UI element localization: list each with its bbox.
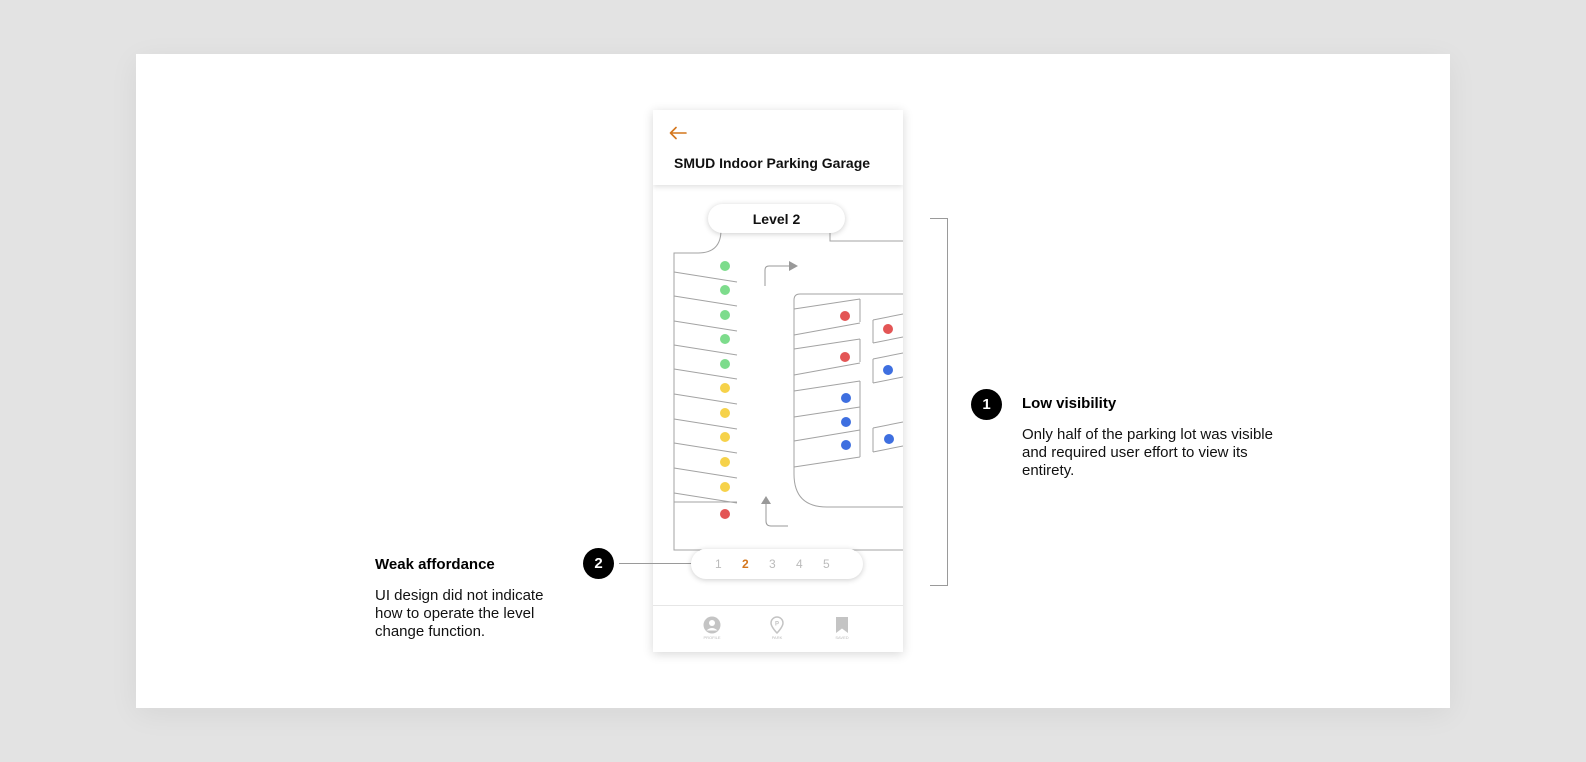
- phone-screen: SMUD Indoor Parking Garage Level 2 1 2 3…: [653, 110, 903, 652]
- spot-occupied: [883, 324, 893, 334]
- center-stall-dividers: [793, 298, 861, 468]
- spot-available: [720, 359, 730, 369]
- page-title: SMUD Indoor Parking Garage: [674, 155, 871, 171]
- left-parking-spots: [720, 261, 730, 519]
- level-selector[interactable]: 1 2 3 4 5: [691, 549, 863, 579]
- annotation-title-1: Low visibility: [1022, 395, 1117, 412]
- spot-accessible: [883, 365, 893, 375]
- tab-saved-label: SAVED: [835, 635, 849, 640]
- annotation-body-2: UI design did not indicate how to operat…: [375, 587, 544, 640]
- spot-reserved: [720, 383, 730, 393]
- spot-available: [720, 310, 730, 320]
- profile-icon: [703, 616, 721, 634]
- spot-reserved: [720, 457, 730, 467]
- center-parking-spots: [840, 311, 851, 450]
- annotation-badge-2: 2: [583, 548, 614, 579]
- map-pin-icon: P: [770, 616, 784, 634]
- direction-arrow-top: [764, 265, 789, 286]
- spot-available: [720, 285, 730, 295]
- level-option-4[interactable]: 4: [796, 557, 823, 571]
- spot-occupied: [720, 509, 730, 519]
- annotation-title-2: Weak affordance: [375, 556, 495, 573]
- app-header: SMUD Indoor Parking Garage: [653, 110, 903, 185]
- level-option-1[interactable]: 1: [715, 557, 742, 571]
- bottom-tab-bar: PROFILE P PARK SAVED: [653, 605, 903, 652]
- bookmark-icon: [836, 617, 848, 633]
- tab-saved[interactable]: SAVED: [822, 616, 862, 640]
- spot-occupied: [840, 311, 850, 321]
- level-option-2[interactable]: 2: [742, 557, 769, 571]
- tab-profile-label: PROFILE: [703, 635, 721, 640]
- spot-available: [720, 261, 730, 271]
- spot-reserved: [720, 408, 730, 418]
- arrow-head-right: [789, 261, 798, 271]
- spot-reserved: [720, 432, 730, 442]
- svg-text:P: P: [775, 622, 779, 628]
- level-option-3[interactable]: 3: [769, 557, 796, 571]
- spot-occupied: [840, 352, 850, 362]
- annotation-body-1: Only half of the parking lot was visible…: [1022, 426, 1273, 479]
- spot-reserved: [720, 482, 730, 492]
- spot-accessible: [841, 440, 851, 450]
- tab-park[interactable]: P PARK: [757, 616, 797, 640]
- back-arrow-icon[interactable]: [669, 126, 687, 140]
- direction-arrow-bottom: [765, 504, 788, 527]
- right-stall-dividers: [872, 313, 903, 453]
- tab-park-label: PARK: [771, 635, 783, 640]
- top-right-boundary: [829, 232, 903, 242]
- spot-available: [720, 334, 730, 344]
- spot-accessible: [841, 417, 851, 427]
- level-option-5[interactable]: 5: [823, 557, 850, 571]
- arrow-head-up: [761, 496, 771, 504]
- tab-profile[interactable]: PROFILE: [692, 616, 732, 640]
- spot-accessible: [841, 393, 851, 403]
- spot-accessible: [884, 434, 894, 444]
- visibility-bracket: [930, 218, 948, 586]
- level-label: Level 2: [708, 204, 845, 233]
- annotation-badge-1: 1: [971, 389, 1002, 420]
